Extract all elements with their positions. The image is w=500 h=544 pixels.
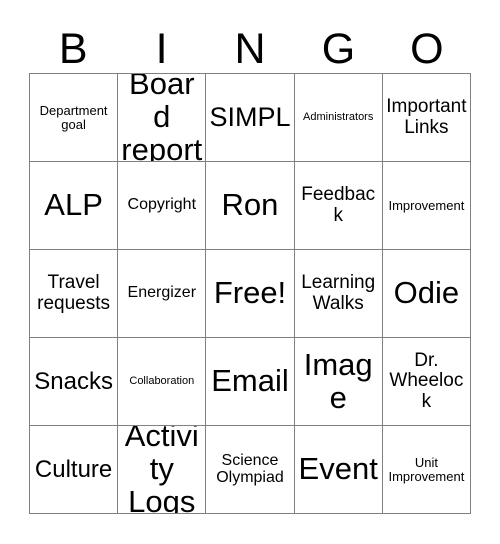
bingo-cell-r5c4[interactable]: Event (294, 426, 383, 514)
bingo-cell-label: Copyright (127, 196, 197, 214)
bingo-cell-r2c4[interactable]: Feedback (294, 162, 383, 250)
bingo-cell-label: Travel requests (37, 272, 111, 314)
bingo-cell-r4c4[interactable]: Image (294, 338, 383, 426)
bingo-cell-r3c2[interactable]: Energizer (118, 250, 207, 338)
bingo-header-letter-g: G (321, 25, 356, 73)
bingo-cell-label: Board report (121, 74, 203, 162)
bingo-cell-label: Ron (221, 187, 279, 223)
bingo-cell-r1c1[interactable]: Department goal (30, 74, 119, 162)
bingo-cell-r1c4[interactable]: Administrators (294, 74, 383, 162)
bingo-cell-label: Odie (393, 275, 460, 311)
bingo-cell-label: ALP (44, 187, 103, 223)
bingo-cell-r1c5[interactable]: Important Links (382, 74, 471, 162)
bingo-cell-label: Event (298, 451, 378, 487)
bingo-cell-r1c3[interactable]: SIMPL (206, 74, 295, 162)
bingo-cell-r3c5[interactable]: Odie (382, 250, 471, 338)
bingo-free-space-label: Free! (213, 275, 287, 311)
bingo-header-letter-o: O (410, 25, 444, 73)
bingo-cell-free-space[interactable]: Free! (206, 250, 295, 338)
bingo-header-letter-b: B (58, 25, 88, 73)
bingo-cell-label: Science Olympiad (216, 451, 284, 486)
bingo-cell-label: Improvement (388, 197, 465, 213)
bingo-cell-label: Important Links (386, 96, 467, 138)
bingo-grid: Department goal Board report SIMPL Admin… (29, 73, 471, 514)
bingo-cell-r2c2[interactable]: Copyright (118, 162, 207, 250)
bingo-cell-label: Energizer (127, 284, 197, 302)
bingo-header-letter-i: I (155, 25, 168, 73)
bingo-cell-label: Collaboration (129, 374, 195, 387)
bingo-cell-label: Learning Walks (301, 272, 376, 314)
bingo-cell-r4c3[interactable]: Email (206, 338, 295, 426)
bingo-cell-label: Administrators (303, 110, 374, 123)
bingo-cell-r2c3[interactable]: Ron (206, 162, 295, 250)
bingo-cell-label: Email (211, 363, 289, 399)
bingo-cell-r2c1[interactable]: ALP (30, 162, 119, 250)
bingo-cell-label: Dr. Wheelock (389, 350, 464, 412)
bingo-header-letter-n: N (234, 25, 266, 73)
bingo-cell-label: Feedback (301, 184, 376, 226)
bingo-cell-label: Culture (34, 455, 113, 483)
bingo-cell-r3c1[interactable]: Travel requests (30, 250, 119, 338)
bingo-cell-label: Department goal (39, 102, 108, 132)
bingo-cell-r5c1[interactable]: Culture (30, 426, 119, 514)
bingo-cell-label: Activity Logs (124, 426, 199, 514)
bingo-cell-r2c5[interactable]: Improvement (382, 162, 471, 250)
bingo-cell-label: Image (303, 346, 373, 415)
bingo-cell-label: Snacks (34, 367, 113, 395)
bingo-cell-r4c5[interactable]: Dr. Wheelock (382, 338, 471, 426)
bingo-cell-label: Unit Improvement (388, 454, 465, 484)
bingo-cell-r5c5[interactable]: Unit Improvement (382, 426, 471, 514)
bingo-header-row: B I N G O (29, 14, 471, 73)
bingo-cell-r4c1[interactable]: Snacks (30, 338, 119, 426)
bingo-cell-label: SIMPL (209, 102, 291, 133)
bingo-cell-r5c2[interactable]: Activity Logs (118, 426, 207, 514)
bingo-cell-r1c2[interactable]: Board report (118, 74, 207, 162)
bingo-cell-r5c3[interactable]: Science Olympiad (206, 426, 295, 514)
bingo-cell-r3c4[interactable]: Learning Walks (294, 250, 383, 338)
bingo-cell-r4c2[interactable]: Collaboration (118, 338, 207, 426)
bingo-card: B I N G O Department goal Board report S… (0, 0, 500, 544)
